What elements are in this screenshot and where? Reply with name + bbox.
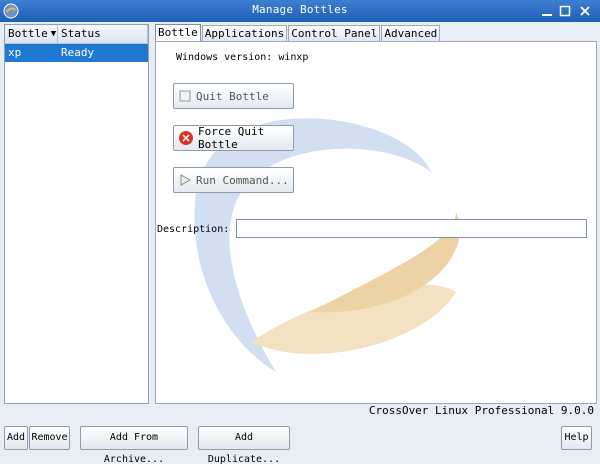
bottle-list[interactable]: Bottle ▼ Status xp Ready — [4, 24, 149, 404]
add-from-archive-button[interactable]: Add From Archive... — [80, 426, 188, 465]
close-icon — [580, 6, 590, 16]
manage-bottles-window: Manage Bottles Bottle ▼ Status xp Ready … — [0, 0, 600, 465]
column-header-bottle[interactable]: Bottle ▼ — [5, 25, 58, 43]
bottle-tab-panel: Windows version: winxp Quit Bottle Force … — [155, 41, 597, 404]
quit-square-icon — [178, 89, 192, 103]
description-input[interactable] — [236, 219, 587, 238]
add-button[interactable]: Add — [4, 426, 28, 450]
minimize-button[interactable] — [538, 2, 556, 20]
tab-bottle[interactable]: Bottle — [155, 24, 201, 42]
force-quit-x-icon — [178, 130, 194, 146]
windows-version-label: Windows version: — [176, 52, 273, 63]
tab-control-panel[interactable]: Control Panel — [288, 25, 381, 42]
help-button[interactable]: Help — [561, 426, 592, 450]
quit-bottle-button[interactable]: Quit Bottle — [173, 83, 294, 109]
bottle-list-header: Bottle ▼ Status — [5, 25, 148, 44]
tab-advanced[interactable]: Advanced — [381, 25, 441, 42]
title-bar[interactable]: Manage Bottles — [0, 0, 600, 22]
run-command-button[interactable]: Run Command... — [173, 167, 294, 193]
close-button[interactable] — [576, 2, 594, 20]
maximize-button[interactable] — [556, 2, 574, 20]
maximize-icon — [559, 5, 571, 17]
force-quit-bottle-button[interactable]: Force Quit Bottle — [173, 125, 294, 151]
minimize-icon — [542, 14, 552, 16]
remove-button[interactable]: Remove — [29, 426, 70, 450]
bottle-status-cell: Ready — [61, 46, 95, 59]
bottle-name-cell: xp — [8, 46, 22, 59]
windows-version-value: winxp — [278, 52, 309, 63]
product-version: CrossOver Linux Professional 9.0.0 — [368, 404, 594, 417]
description-label: Description: — [157, 224, 230, 235]
window-title: Manage Bottles — [252, 3, 348, 16]
bottle-row[interactable]: xp Ready — [5, 44, 148, 62]
sort-down-icon: ▼ — [50, 29, 57, 39]
play-icon — [178, 173, 192, 187]
tab-bar: Bottle Applications Control Panel Advanc… — [155, 24, 441, 42]
windows-version: Windows version: winxp — [176, 52, 308, 63]
add-duplicate-button[interactable]: Add Duplicate... — [198, 426, 290, 465]
tab-applications[interactable]: Applications — [201, 25, 288, 42]
column-header-status[interactable]: Status — [58, 25, 148, 43]
